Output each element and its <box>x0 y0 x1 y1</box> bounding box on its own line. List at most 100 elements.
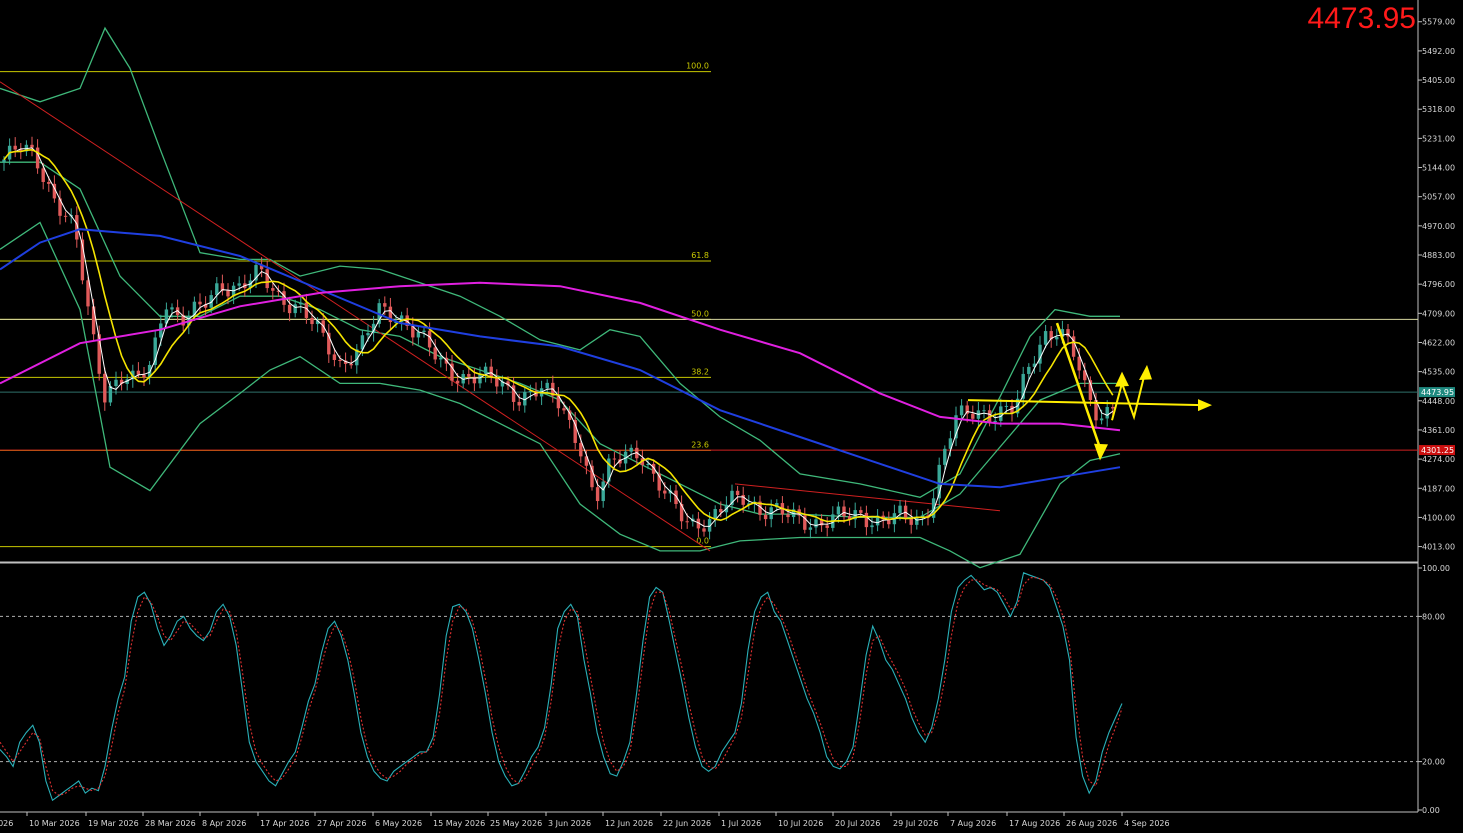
fib-level-label: 61.8 <box>691 251 709 260</box>
candle-body <box>293 304 297 314</box>
candle-body <box>30 144 34 148</box>
candle-body <box>959 405 964 416</box>
candle-body <box>455 380 460 384</box>
candle-body <box>1055 336 1059 340</box>
price-tick-label: 4622.00 <box>1422 338 1455 347</box>
candle-body <box>467 373 471 377</box>
ma-fast-line <box>3 147 1114 527</box>
candle-body <box>366 333 370 336</box>
time-tick-label: 29 Jul 2026 <box>893 819 938 828</box>
candle-body <box>114 379 118 387</box>
time-tick-label: 20 Jul 2026 <box>835 819 880 828</box>
chart-root[interactable]: 100.0 61.8 50.0 38.2 23.6 0.0 5579.00 5492.00 5… <box>0 0 1463 829</box>
candle-body <box>271 288 275 291</box>
fib-level-label: 100.0 <box>686 62 709 71</box>
price-tick-label: 4709.00 <box>1422 309 1455 318</box>
candle-body <box>562 408 566 411</box>
current-price-display: 4473.95 <box>1307 2 1416 35</box>
time-tick-label: 10 Jul 2026 <box>778 819 823 828</box>
fib-level-label: 38.2 <box>691 367 709 376</box>
candle-body <box>685 521 689 523</box>
price-tick-label: 4013.00 <box>1422 543 1455 552</box>
candle-body <box>982 410 986 412</box>
time-tick-label: 28 Mar 2026 <box>145 819 196 828</box>
time-tick-label: 19 Mar 2026 <box>88 819 139 828</box>
candle-body <box>702 528 706 532</box>
time-tick-label: 22 Jun 2026 <box>663 819 711 828</box>
candle-body <box>719 509 723 513</box>
price-tick-label: 5318.00 <box>1422 105 1455 114</box>
candle-body <box>439 357 443 360</box>
candle-body <box>825 525 829 528</box>
time-tick-label: 25 May 2026 <box>490 819 542 828</box>
price-tick-label: 4187.00 <box>1422 484 1455 493</box>
candle-body <box>993 420 997 423</box>
candle-body <box>136 370 141 375</box>
time-tick-label: 6 May 2026 <box>375 819 422 828</box>
candle-body <box>943 448 947 465</box>
time-tick-label: 26 Aug 2026 <box>1066 819 1117 828</box>
price-tick-label: 5492.00 <box>1422 47 1455 56</box>
time-tick-label: 17 Aug 2026 <box>1009 819 1060 828</box>
candle-body <box>601 481 605 502</box>
candle-body <box>1027 366 1031 374</box>
candle-body <box>629 447 633 452</box>
candle-body <box>103 373 107 403</box>
candle-body <box>713 509 717 520</box>
price-tick-label: 4883.00 <box>1422 251 1455 260</box>
resistance-trend-line <box>734 483 1001 512</box>
price-tick-label: 5405.00 <box>1422 76 1455 85</box>
candle-body <box>786 514 790 518</box>
fib-level-label: 50.0 <box>691 309 709 318</box>
level-price-tag-label: 4301.25 <box>1421 446 1454 455</box>
candle-body <box>735 490 740 496</box>
candle-body <box>433 347 437 360</box>
price-tick-label: 4274.00 <box>1422 455 1455 464</box>
candle-body <box>864 512 869 528</box>
time-tick-label: 3 Jun 2026 <box>548 819 591 828</box>
candle-body <box>1111 406 1115 409</box>
price-tick-label: 4535.00 <box>1422 368 1455 377</box>
candle-body <box>287 304 292 314</box>
price-tick-label: 5579.00 <box>1422 18 1455 27</box>
price-chart-svg[interactable]: 100.061.850.038.223.60.0 5579.005492.005… <box>0 0 1463 829</box>
candle-body <box>13 145 17 150</box>
candle-body <box>517 401 521 406</box>
time-tick-label: 17 Apr 2026 <box>260 819 309 828</box>
candle-body <box>91 306 96 335</box>
price-tick-label: 4361.00 <box>1422 426 1455 435</box>
arrow-head-icon <box>1115 371 1129 387</box>
current-price-tag-label: 4473.95 <box>1421 388 1454 397</box>
candle-body <box>1099 418 1104 421</box>
arrow-head-icon <box>1139 364 1152 381</box>
candle-body <box>299 302 303 305</box>
arrow-head-icon <box>1094 443 1108 461</box>
price-tick-label: 4448.00 <box>1422 397 1455 406</box>
bollinger-middle-band <box>0 161 1120 519</box>
candle-body <box>338 360 342 362</box>
stochastic-tick-label: 80.00 <box>1422 612 1445 621</box>
candle-body <box>383 303 387 307</box>
candle-body <box>814 519 818 528</box>
candle-body <box>142 374 146 378</box>
candle-body <box>836 506 841 515</box>
price-tick-label: 5144.00 <box>1422 164 1455 173</box>
candle-body <box>416 331 421 338</box>
candle-body <box>422 330 426 332</box>
candle-body <box>483 366 488 374</box>
candle-body <box>47 181 51 184</box>
candle-body <box>237 283 241 286</box>
stochastic-tick-label: 0.00 <box>1422 806 1440 815</box>
candle-body <box>663 490 667 494</box>
candle-body <box>859 510 863 513</box>
stochastic-layer <box>0 572 1418 802</box>
price-tick-label: 4970.00 <box>1422 222 1455 231</box>
candle-body <box>349 363 353 366</box>
candle-body <box>198 301 202 305</box>
candle-body <box>579 442 583 457</box>
time-tick-label: 10 Mar 2026 <box>29 819 80 828</box>
candle-body <box>495 377 499 387</box>
stochastic-signal-line <box>0 577 1123 797</box>
candle-body <box>310 317 314 325</box>
candle-body <box>41 168 45 182</box>
